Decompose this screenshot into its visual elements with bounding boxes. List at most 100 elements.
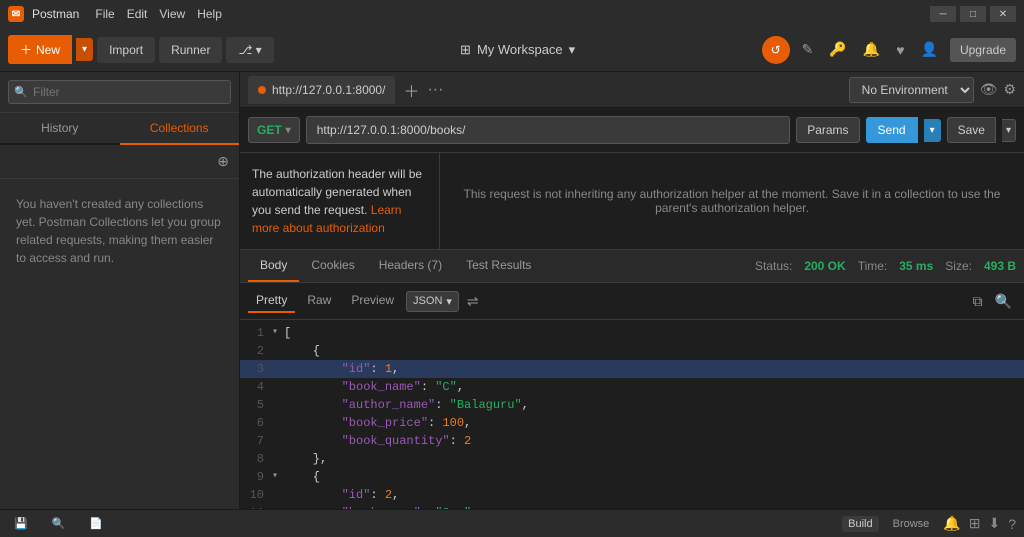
line-number: 10 bbox=[240, 486, 272, 504]
line-content: "id": 1, bbox=[280, 360, 1024, 378]
response-tabs: Body Cookies Headers (7) Test Results St… bbox=[240, 250, 1024, 283]
statusbar-docs-icon[interactable]: 📄 bbox=[83, 515, 109, 532]
statusbar-grid-icon[interactable]: ⊞ bbox=[969, 515, 981, 532]
format-chevron-icon: ▾ bbox=[446, 295, 452, 308]
statusbar-icon3[interactable]: ⬇ bbox=[988, 515, 1000, 532]
workspace-selector[interactable]: ⊞ My Workspace ▾ bbox=[452, 38, 583, 62]
runner-button[interactable]: Runner bbox=[159, 37, 222, 63]
key-icon[interactable]: 🔑 bbox=[825, 37, 850, 62]
request-bar: GET ▾ Params Send ▾ Save ▾ bbox=[240, 108, 1024, 153]
sidebar-tabs: History Collections bbox=[0, 113, 239, 145]
new-dropdown-button[interactable]: ▾ bbox=[76, 38, 93, 61]
more-tabs-button[interactable]: ··· bbox=[427, 81, 443, 99]
table-row: 4 "book_name": "C", bbox=[240, 378, 1024, 396]
eye-icon[interactable]: 👁 bbox=[980, 81, 998, 98]
auth-left: The authorization header will be automat… bbox=[240, 153, 440, 249]
sidebar: 🔍 History Collections ⊕ You haven't crea… bbox=[0, 72, 240, 509]
line-number: 2 bbox=[240, 342, 272, 360]
send-dropdown-button[interactable]: ▾ bbox=[924, 119, 941, 142]
bell-icon[interactable]: 🔔 bbox=[859, 37, 884, 62]
menu-file[interactable]: File bbox=[95, 7, 114, 21]
table-row: 3 "id": 1, bbox=[240, 360, 1024, 378]
tab-collections[interactable]: Collections bbox=[120, 113, 240, 145]
params-button[interactable]: Params bbox=[796, 117, 859, 143]
search-response-icon[interactable]: 🔍 bbox=[991, 291, 1016, 312]
line-marker: ▾ bbox=[272, 324, 280, 342]
line-number: 5 bbox=[240, 396, 272, 414]
resp-tab-tests[interactable]: Test Results bbox=[454, 250, 543, 282]
wrap-icon[interactable]: ⇌ bbox=[463, 291, 483, 312]
menu-edit[interactable]: Edit bbox=[127, 7, 148, 21]
sync-icon[interactable]: ↺ bbox=[762, 36, 790, 64]
resp-tab-body[interactable]: Body bbox=[248, 250, 299, 282]
line-number: 4 bbox=[240, 378, 272, 396]
upgrade-button[interactable]: Upgrade bbox=[950, 38, 1016, 62]
filter-input[interactable] bbox=[8, 80, 231, 104]
method-select[interactable]: GET ▾ bbox=[248, 117, 300, 143]
statusbar-save-icon[interactable]: 💾 bbox=[8, 515, 34, 532]
format-selector[interactable]: JSON ▾ bbox=[406, 291, 459, 312]
line-content: "book_quantity": 2 bbox=[280, 432, 1024, 450]
save-button[interactable]: Save bbox=[947, 117, 996, 143]
menu-view[interactable]: View bbox=[159, 7, 185, 21]
pen-icon[interactable]: ✎ bbox=[798, 37, 818, 62]
body-tab-preview[interactable]: Preview bbox=[343, 289, 402, 313]
statusbar-help-icon[interactable]: ? bbox=[1008, 516, 1016, 532]
url-input[interactable] bbox=[306, 116, 791, 144]
resp-tab-headers[interactable]: Headers (7) bbox=[367, 250, 454, 282]
statusbar: 💾 🔍 📄 Build Browse 🔔 ⊞ ⬇ ? bbox=[0, 509, 1024, 537]
window-controls: ─ □ ✕ bbox=[930, 6, 1016, 22]
code-area: 1▾[2 {3 "id": 1,4 "book_name": "C",5 "au… bbox=[240, 320, 1024, 509]
save-dropdown-button[interactable]: ▾ bbox=[1002, 119, 1016, 142]
statusbar-search-icon[interactable]: 🔍 bbox=[46, 515, 72, 532]
status-label: Status: bbox=[755, 259, 792, 273]
body-icons-right: ⧉ 🔍 bbox=[969, 291, 1016, 312]
tab-history[interactable]: History bbox=[0, 113, 120, 145]
response-body: Pretty Raw Preview JSON ▾ ⇌ ⧉ 🔍 1▾[2 bbox=[240, 283, 1024, 509]
close-button[interactable]: ✕ bbox=[990, 6, 1016, 22]
user-icon[interactable]: 👤 bbox=[917, 37, 942, 62]
statusbar-icon1[interactable]: 🔔 bbox=[943, 515, 960, 532]
titlebar: ✉ Postman File Edit View Help ─ □ ✕ bbox=[0, 0, 1024, 28]
heart-icon[interactable]: ♥ bbox=[892, 38, 908, 62]
table-row: 10 "id": 2, bbox=[240, 486, 1024, 504]
build-button[interactable]: Build bbox=[842, 516, 878, 532]
toolbar-right: ↺ ✎ 🔑 🔔 ♥ 👤 Upgrade bbox=[762, 36, 1016, 64]
body-tab-raw[interactable]: Raw bbox=[299, 289, 339, 313]
search-wrap: 🔍 bbox=[8, 80, 231, 104]
new-button[interactable]: ＋ New bbox=[8, 35, 72, 64]
chevron-down-icon: ▾ bbox=[569, 42, 576, 58]
maximize-button[interactable]: □ bbox=[960, 6, 986, 22]
auth-helper-text: This request is not inheriting any autho… bbox=[452, 187, 1012, 215]
line-content: [ bbox=[280, 324, 1024, 342]
import-collection-button[interactable]: ⊕ bbox=[215, 151, 231, 172]
line-number: 3 bbox=[240, 360, 272, 378]
add-tab-button[interactable]: ＋ bbox=[399, 78, 423, 102]
table-row: 2 { bbox=[240, 342, 1024, 360]
empty-state-text: You haven't created any collections yet.… bbox=[16, 195, 223, 267]
resp-tab-cookies[interactable]: Cookies bbox=[299, 250, 366, 282]
git-button[interactable]: ⎇ ▾ bbox=[226, 37, 273, 63]
time-label: Time: bbox=[858, 259, 888, 273]
content-area: http://127.0.0.1:8000/ ＋ ··· No Environm… bbox=[240, 72, 1024, 509]
minimize-button[interactable]: ─ bbox=[930, 6, 956, 22]
copy-icon[interactable]: ⧉ bbox=[969, 291, 987, 312]
environment-selector[interactable]: No Environment bbox=[849, 77, 974, 103]
line-content: }, bbox=[280, 450, 1024, 468]
settings-icon[interactable]: ⚙ bbox=[1003, 81, 1016, 98]
app-name: Postman bbox=[32, 7, 79, 21]
import-button[interactable]: Import bbox=[97, 37, 155, 63]
menu-help[interactable]: Help bbox=[197, 7, 222, 21]
active-tab[interactable]: http://127.0.0.1:8000/ bbox=[248, 76, 395, 104]
plus-icon: ＋ bbox=[20, 41, 32, 58]
line-content: "book_price": 100, bbox=[280, 414, 1024, 432]
line-number: 8 bbox=[240, 450, 272, 468]
method-chevron-icon: ▾ bbox=[286, 125, 291, 136]
line-content: "book_name": "C++", bbox=[280, 504, 1024, 509]
time-value: 35 ms bbox=[899, 259, 933, 273]
table-row: 6 "book_price": 100, bbox=[240, 414, 1024, 432]
browse-button[interactable]: Browse bbox=[887, 516, 936, 532]
line-number: 6 bbox=[240, 414, 272, 432]
send-button[interactable]: Send bbox=[866, 117, 918, 143]
body-tab-pretty[interactable]: Pretty bbox=[248, 289, 295, 313]
